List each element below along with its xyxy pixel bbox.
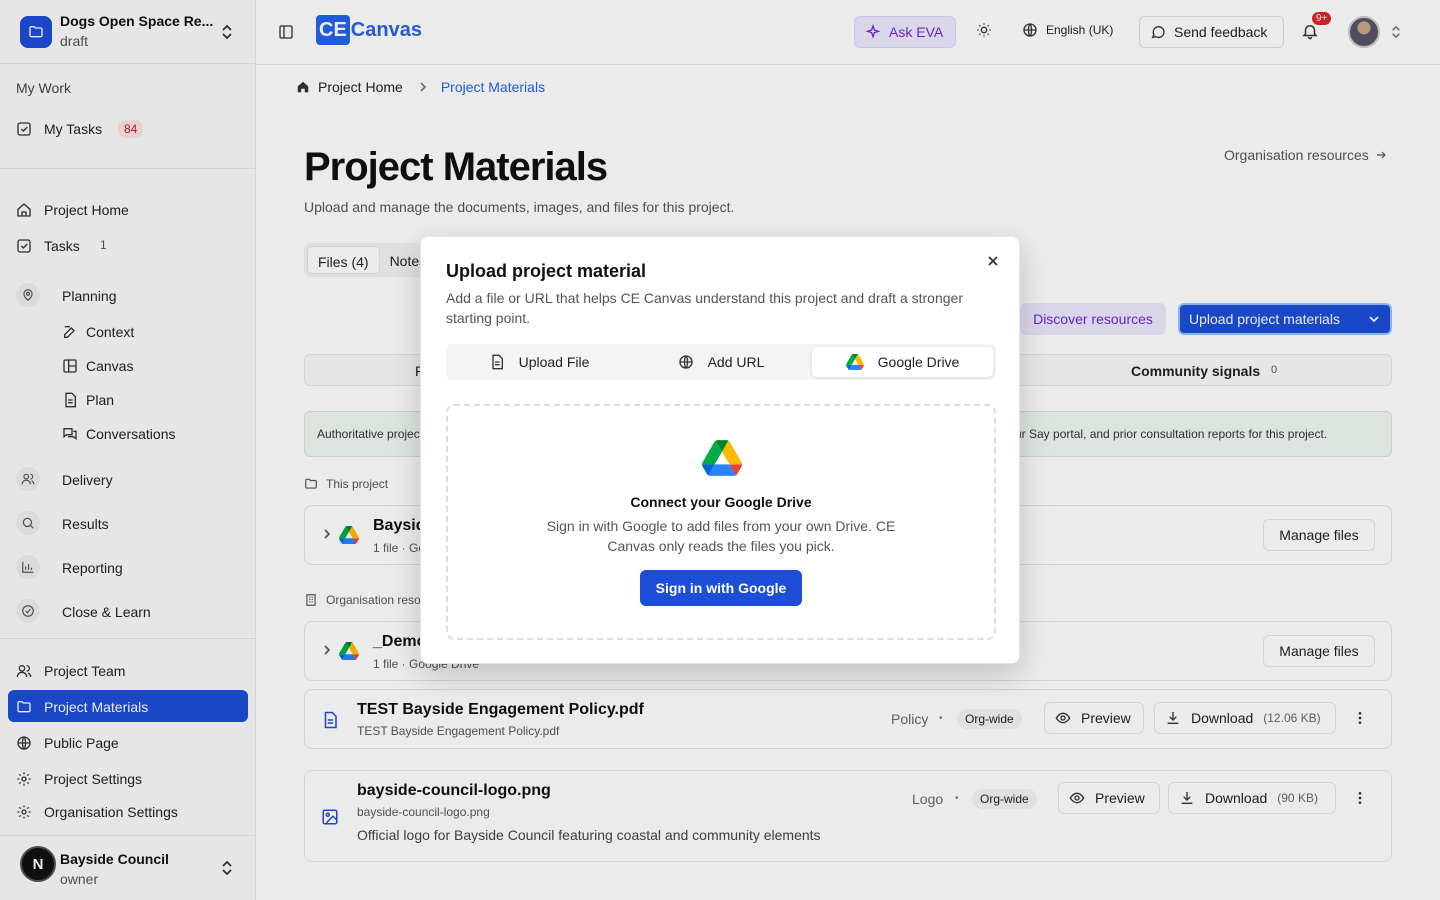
tab-label: Add URL [707, 354, 765, 370]
dialog-description: Add a file or URL that helps CE Canvas u… [446, 290, 963, 326]
tab-google-drive[interactable]: Google Drive [812, 347, 993, 377]
sign-in-with-google-button[interactable]: Sign in with Google [640, 570, 802, 606]
tab-label: Upload File [518, 354, 590, 370]
upload-material-dialog: Upload project material Add a file or UR… [420, 236, 1020, 664]
dialog-title: Upload project material [446, 261, 647, 281]
file-icon [489, 354, 505, 370]
close-icon[interactable] [987, 255, 999, 267]
google-drive-icon [702, 440, 742, 476]
google-drive-connect-panel: Connect your Google Drive Sign in with G… [446, 404, 996, 640]
connect-drive-description: Sign in with Google to add files from yo… [546, 518, 896, 554]
globe-icon [678, 354, 694, 370]
tab-add-url[interactable]: Add URL [631, 347, 811, 377]
tab-upload-file[interactable]: Upload File [449, 347, 629, 377]
connect-drive-title: Connect your Google Drive [630, 494, 812, 510]
upload-method-tabs: Upload File Add URL Google Drive [446, 344, 996, 380]
tab-label: Google Drive [877, 354, 960, 370]
google-drive-icon [845, 354, 864, 370]
